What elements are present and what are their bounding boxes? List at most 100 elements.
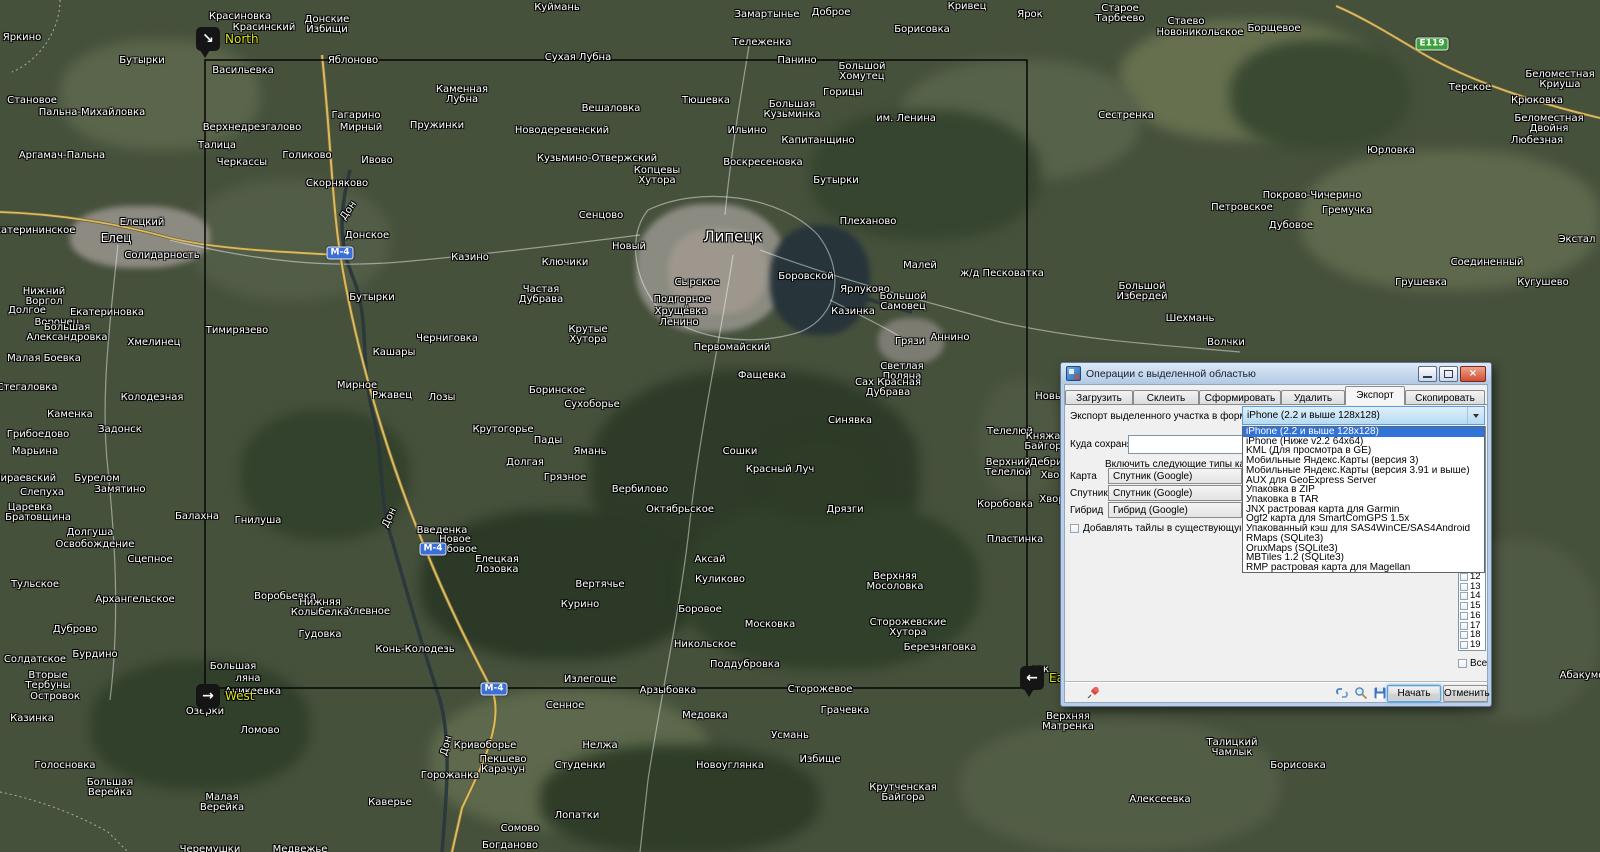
map-label: Хлевное: [346, 607, 390, 617]
map-label: Лопатки: [555, 811, 600, 821]
format-option[interactable]: Мобильные Яндекс.Карты (версия 3): [1243, 456, 1484, 466]
format-option[interactable]: Упаковка в TAR: [1243, 495, 1484, 505]
maximize-button[interactable]: [1439, 366, 1458, 382]
map-label: Каменная Лубна: [436, 85, 488, 105]
start-button[interactable]: Начать: [1387, 685, 1441, 702]
map-type-combobox[interactable]: Спутник (Google): [1108, 468, 1242, 484]
map-label: Конь-Колодезь: [375, 645, 454, 655]
tab-item-3[interactable]: Удалить: [1281, 390, 1345, 405]
tab-item-2[interactable]: Сформировать: [1199, 390, 1281, 405]
map-label: Черемушки: [180, 845, 241, 852]
map-label: Борисовка: [1270, 761, 1326, 771]
map-label: Аргамач-Пальна: [19, 151, 105, 161]
zoom-level-checkbox[interactable]: [1460, 573, 1468, 581]
append-tiles-checkbox[interactable]: [1070, 524, 1079, 533]
format-option[interactable]: Мобильные Яндекс.Карты (версия 3.91 и вы…: [1243, 466, 1484, 476]
map-label: Пружинки: [410, 121, 464, 131]
map-label: Островок: [30, 692, 80, 702]
format-option[interactable]: KML (Для просмотра в GE): [1243, 446, 1484, 456]
format-option[interactable]: iPhone (2.2 и выше 128x128): [1243, 427, 1484, 437]
save-icon[interactable]: [1373, 686, 1387, 700]
map-type-combobox[interactable]: Спутник (Google): [1108, 485, 1242, 501]
tab-export[interactable]: Экспорт: [1345, 386, 1405, 405]
format-option[interactable]: Упакованный кэш для SAS4WinCE/SAS4Androi…: [1243, 524, 1484, 534]
map-label: Бурдино: [72, 650, 117, 660]
map-label: Курино: [561, 600, 600, 610]
zoom-level-checkbox[interactable]: [1460, 622, 1468, 630]
map-label: Аксай: [694, 555, 725, 565]
magnifier-icon[interactable]: [1354, 686, 1368, 700]
map-label: Елецкая Лозовка: [475, 555, 519, 575]
map-label: Грязи: [895, 337, 925, 347]
map-label: Талица: [198, 141, 236, 151]
link-icon[interactable]: [1335, 686, 1349, 700]
tab-item-0[interactable]: Загрузить: [1065, 390, 1133, 405]
minimize-button[interactable]: [1418, 366, 1437, 382]
zoom-level-checkbox[interactable]: [1460, 612, 1468, 620]
combobox-dropdown-button[interactable]: [1467, 407, 1484, 424]
format-option[interactable]: iPhone (Ниже v2.2 64x64): [1243, 437, 1484, 447]
pushpin-icon[interactable]: [1087, 685, 1101, 699]
zoom-level-checkbox[interactable]: [1460, 602, 1468, 610]
map-label: Казинка: [10, 714, 54, 724]
placemark-west[interactable]: → West: [196, 684, 220, 708]
map-label: Каменка: [47, 410, 93, 420]
map-label: Елец: [101, 232, 132, 244]
map-label: Московка: [745, 620, 795, 630]
format-option[interactable]: AUX для GeoExpress Server: [1243, 476, 1484, 486]
map-label: Абакумово: [1560, 671, 1600, 681]
zoom-level-checkbox[interactable]: [1460, 631, 1468, 639]
map-label: Тимирязево: [206, 326, 269, 336]
map-label: Кузьмино-Отвержский: [537, 154, 657, 164]
map-label: Сенное: [546, 701, 584, 711]
format-option[interactable]: Ogf2 карта для SmartComGPS 1.5x: [1243, 514, 1484, 524]
format-option[interactable]: RMaps (SQLite3): [1243, 534, 1484, 544]
all-zooms-checkbox[interactable]: [1458, 659, 1467, 668]
dialog-titlebar[interactable]: Операции с выделенной областью ×: [1061, 363, 1491, 384]
zoom-level-checkbox[interactable]: [1460, 592, 1468, 600]
format-option[interactable]: MBTiles 1.2 (SQLite3): [1243, 553, 1484, 563]
save-to-input[interactable]: [1128, 435, 1248, 454]
all-zooms-label: Все: [1470, 658, 1487, 669]
map-label: Дубовое: [1269, 221, 1313, 231]
map-label: Синявка: [828, 416, 872, 426]
map-label: Большая: [210, 662, 257, 672]
map-label: ляна: [235, 674, 260, 684]
map-label: Долгое: [8, 306, 46, 316]
map-label: Хво: [1041, 471, 1060, 481]
map-label: Васильевка: [212, 66, 273, 76]
format-option[interactable]: Упаковка в ZIP: [1243, 485, 1484, 495]
map-label: Бурелом: [74, 474, 119, 484]
map-label: Излегоще: [564, 675, 616, 685]
format-option[interactable]: OruxMaps (SQLite3): [1243, 544, 1484, 554]
map-type-label: Спутник: [1070, 488, 1108, 499]
tab-item-1[interactable]: Склеить: [1133, 390, 1199, 405]
zoom-level-checkbox[interactable]: [1460, 641, 1468, 649]
map-label: Большая Кузьминка: [764, 100, 821, 120]
cancel-button[interactable]: Отменить: [1443, 685, 1488, 702]
map-label: Арзыбовка: [640, 686, 697, 696]
map-label: Колодезная: [121, 393, 184, 403]
map-type-combobox[interactable]: Гибрид (Google): [1108, 502, 1242, 518]
map-label: Доброе: [812, 8, 851, 18]
map-label: Сырское: [674, 278, 719, 288]
close-button[interactable]: ×: [1460, 366, 1486, 382]
map-label: Кашары: [373, 348, 416, 358]
map-label: Сухоборье: [564, 400, 620, 410]
zoom-level-row[interactable]: 20: [1460, 650, 1481, 651]
map-label: Донское: [345, 231, 389, 241]
map-label: Верхняя Матренка: [1042, 712, 1094, 732]
zoom-level-checkbox[interactable]: [1460, 583, 1468, 591]
format-option[interactable]: RMP растровая карта для Magellan: [1243, 563, 1484, 573]
export-format-combobox[interactable]: iPhone (2.2 и выше 128x128): [1242, 406, 1485, 425]
tab-item-5[interactable]: Скопировать: [1405, 390, 1485, 405]
map-label: Терское: [1449, 83, 1491, 93]
map-label: Балахна: [175, 512, 219, 522]
map-label: Плеханово: [840, 217, 897, 227]
map-label: Освобождение: [56, 540, 135, 550]
map-label: Хмелинец: [128, 338, 181, 348]
format-option[interactable]: JNX растровая карта для Garmin: [1243, 505, 1484, 515]
placemark-north[interactable]: ↘ North: [196, 27, 220, 51]
map-label: Крутченская Байгора: [869, 783, 936, 803]
placemark-east[interactable]: ← Ea: [1020, 666, 1044, 690]
